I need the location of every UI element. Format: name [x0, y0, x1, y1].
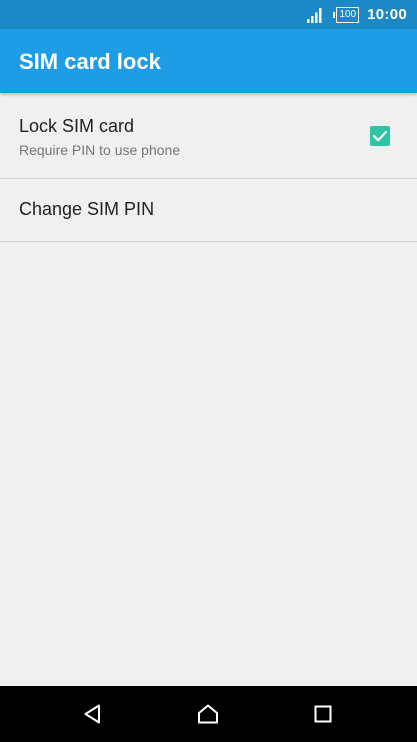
lock-sim-card-subtitle: Require PIN to use phone	[19, 142, 181, 158]
back-triangle-icon	[84, 704, 100, 724]
page-title: SIM card lock	[19, 49, 161, 74]
status-bar: 100 10:00	[0, 0, 417, 29]
settings-list: Lock SIM card Require PIN to use phone C…	[0, 93, 417, 242]
app-bar: SIM card lock	[0, 29, 417, 93]
status-clock: 10:00	[367, 6, 407, 23]
change-sim-pin-title: Change SIM PIN	[19, 199, 155, 219]
status-icons: 100 10:00	[306, 0, 407, 29]
home-icon	[198, 704, 218, 724]
home-button[interactable]	[196, 702, 220, 726]
battery-level: 100	[339, 8, 357, 20]
back-button[interactable]	[81, 702, 105, 726]
checkmark-icon	[372, 130, 388, 142]
battery-icon: 100	[333, 6, 360, 23]
lock-sim-card-setting[interactable]: Lock SIM card Require PIN to use phone	[0, 93, 417, 179]
recents-square-icon	[314, 705, 332, 723]
screen: 100 10:00 SIM card lock Lock SIM card Re…	[0, 0, 417, 742]
navigation-bar	[0, 686, 417, 742]
recents-button[interactable]	[311, 702, 335, 726]
lock-sim-card-checkbox[interactable]	[370, 126, 390, 146]
signal-icon	[307, 7, 322, 23]
lock-sim-card-title: Lock SIM card	[19, 116, 135, 136]
change-sim-pin-setting[interactable]: Change SIM PIN	[0, 179, 417, 242]
